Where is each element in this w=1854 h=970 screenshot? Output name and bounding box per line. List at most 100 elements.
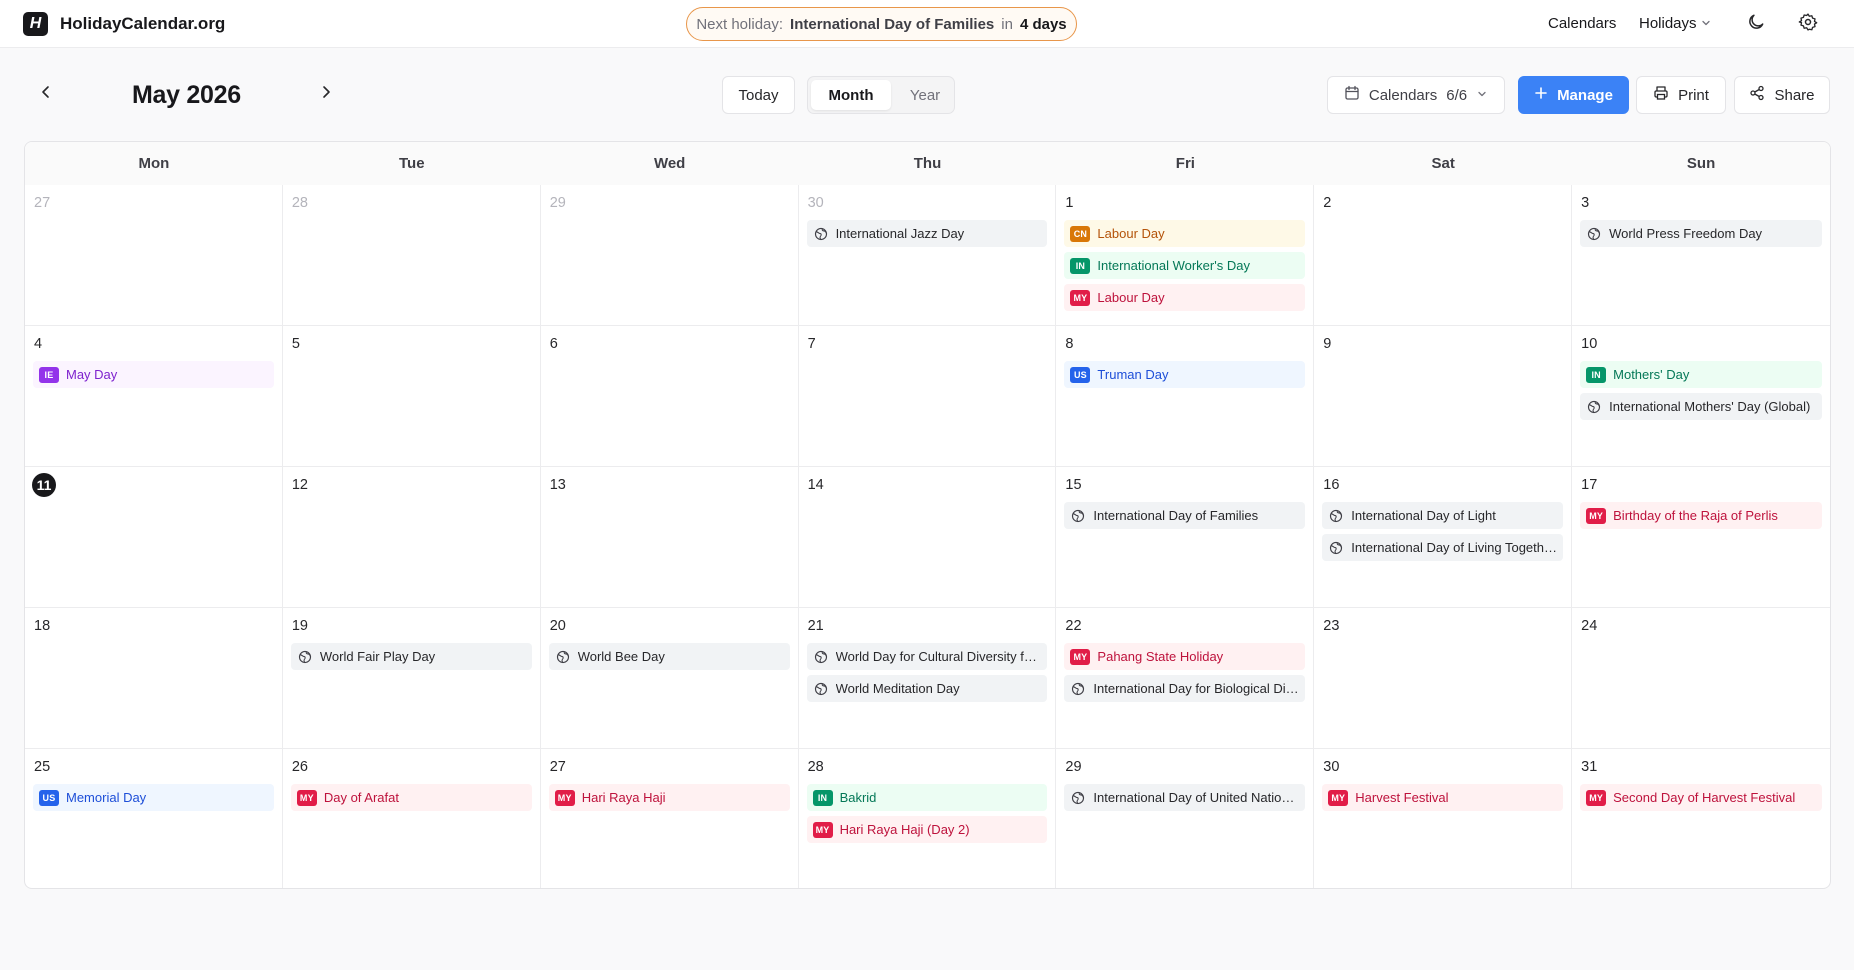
- holiday-event[interactable]: International Day of United Nations Peac…: [1064, 784, 1306, 811]
- day-cell[interactable]: 25 US Memorial Day: [25, 749, 283, 888]
- calendars-dropdown-label: Calendars: [1368, 86, 1438, 104]
- share-label: Share: [1774, 86, 1815, 104]
- day-cell[interactable]: 3 World Press Freedom Day: [1572, 185, 1830, 326]
- holiday-name: May Day: [66, 367, 118, 382]
- holiday-event[interactable]: MY Hari Raya Haji: [548, 784, 790, 811]
- day-number: 14: [807, 477, 824, 493]
- nav-holidays-menu[interactable]: Holidays: [1639, 15, 1711, 32]
- globe-icon: [297, 649, 313, 665]
- day-cell[interactable]: 30 International Jazz Day: [798, 185, 1057, 326]
- today-button[interactable]: Today: [722, 76, 795, 114]
- globe-icon: [1070, 790, 1086, 806]
- day-cell[interactable]: 15 International Day of Families: [1056, 467, 1315, 608]
- calendars-dropdown[interactable]: Calendars 6/6: [1327, 76, 1505, 114]
- chevron-left-icon: [39, 85, 53, 104]
- view-year-tab[interactable]: Year: [898, 80, 952, 110]
- holiday-event[interactable]: World Bee Day: [548, 643, 790, 670]
- holiday-event[interactable]: World Day for Cultural Diversity for Dia…: [806, 643, 1048, 670]
- day-cell[interactable]: 29: [540, 185, 799, 326]
- holiday-name: World Meditation Day: [835, 681, 960, 696]
- view-month-tab[interactable]: Month: [811, 80, 891, 110]
- day-number: 5: [291, 336, 300, 352]
- holiday-event[interactable]: International Day for Biological Diversi…: [1064, 675, 1306, 702]
- day-cell[interactable]: 19 World Fair Play Day: [282, 608, 541, 749]
- day-cell[interactable]: 9: [1314, 326, 1573, 467]
- holiday-event[interactable]: World Meditation Day: [806, 675, 1048, 702]
- globe-icon: [1328, 508, 1344, 524]
- settings-button[interactable]: [1796, 12, 1820, 36]
- nav-calendars-link[interactable]: Calendars: [1548, 15, 1616, 32]
- day-number: 22: [1065, 618, 1082, 634]
- share-button[interactable]: Share: [1734, 76, 1830, 114]
- holiday-name: Day of Arafat: [323, 790, 399, 805]
- day-cell[interactable]: 13: [540, 467, 799, 608]
- day-cell[interactable]: 26 MY Day of Arafat: [283, 749, 541, 888]
- day-cell[interactable]: 12: [282, 467, 541, 608]
- dark-mode-toggle[interactable]: [1744, 12, 1768, 36]
- holiday-event[interactable]: IN Bakrid: [806, 784, 1048, 811]
- previous-month-button[interactable]: [36, 84, 56, 104]
- country-badge: MY: [812, 821, 833, 838]
- day-cell[interactable]: 23: [1314, 608, 1573, 749]
- holiday-event[interactable]: IN Mothers' Day: [1580, 361, 1822, 388]
- day-cell[interactable]: 28 IN Bakrid MY Hari Raya Haji (Day 2): [799, 749, 1057, 888]
- holiday-event[interactable]: IN International Worker's Day: [1064, 252, 1306, 279]
- day-number: 10: [1581, 336, 1598, 352]
- holiday-event[interactable]: International Jazz Day: [806, 220, 1048, 247]
- manage-button[interactable]: Manage: [1518, 76, 1629, 114]
- print-button[interactable]: Print: [1636, 76, 1726, 114]
- day-cell[interactable]: 5: [282, 326, 541, 467]
- day-cell[interactable]: 30 MY Harvest Festival: [1314, 749, 1573, 888]
- holiday-event[interactable]: MY Hari Raya Haji (Day 2): [806, 816, 1048, 843]
- holiday-event[interactable]: US Truman Day: [1064, 361, 1306, 388]
- next-month-button[interactable]: [316, 84, 336, 104]
- day-cell[interactable]: 27 MY Hari Raya Haji: [541, 749, 799, 888]
- day-cell[interactable]: 6: [540, 326, 799, 467]
- day-cell[interactable]: 4 IE May Day: [25, 326, 283, 467]
- holiday-event[interactable]: International Day of Living Together in …: [1322, 534, 1564, 561]
- holiday-event[interactable]: MY Second Day of Harvest Festival: [1580, 784, 1822, 811]
- next-holiday-name: International Day of Families: [790, 15, 995, 33]
- day-cell[interactable]: 11: [25, 467, 283, 608]
- day-cell[interactable]: 24: [1572, 608, 1830, 749]
- day-cell[interactable]: 18: [25, 608, 283, 749]
- holiday-event[interactable]: MY Harvest Festival: [1322, 784, 1564, 811]
- holiday-event[interactable]: International Day of Families: [1064, 502, 1306, 529]
- day-cell[interactable]: 7: [798, 326, 1057, 467]
- day-cell[interactable]: 21 World Day for Cultural Diversity for D…: [798, 608, 1057, 749]
- day-cell[interactable]: 22 MY Pahang State Holiday International Da…: [1056, 608, 1315, 749]
- day-cell[interactable]: 20 World Bee Day: [540, 608, 799, 749]
- holiday-event[interactable]: MY Birthday of the Raja of Perlis: [1580, 502, 1822, 529]
- day-cell[interactable]: 27: [25, 185, 283, 326]
- country-badge: MY: [554, 789, 575, 806]
- day-cell[interactable]: 17 MY Birthday of the Raja of Perlis: [1572, 467, 1830, 608]
- holiday-name: International Day of Living Together in …: [1351, 540, 1563, 555]
- gear-icon: [1798, 12, 1818, 37]
- holiday-event[interactable]: World Press Freedom Day: [1580, 220, 1822, 247]
- holiday-name: International Day for Biological Diversi…: [1093, 681, 1306, 696]
- day-cell[interactable]: 29 International Day of United Nations Pe…: [1056, 749, 1315, 888]
- logo-icon[interactable]: H: [23, 12, 48, 36]
- holiday-event[interactable]: International Day of Light: [1322, 502, 1564, 529]
- day-cell[interactable]: 14: [798, 467, 1057, 608]
- next-holiday-countdown: 4 days: [1019, 15, 1067, 33]
- holiday-event[interactable]: CN Labour Day: [1064, 220, 1306, 247]
- brand-name[interactable]: HolidayCalendar.org: [60, 14, 225, 34]
- day-cell[interactable]: 16 International Day of Light Internationa…: [1314, 467, 1573, 608]
- day-number: 25: [34, 759, 51, 775]
- day-cell[interactable]: 2: [1314, 185, 1573, 326]
- day-cell[interactable]: 28: [282, 185, 541, 326]
- day-cell[interactable]: 10 IN Mothers' Day International Mothers' D…: [1572, 326, 1830, 467]
- day-cell[interactable]: 8 US Truman Day: [1056, 326, 1315, 467]
- holiday-event[interactable]: International Mothers' Day (Global): [1580, 393, 1822, 420]
- day-cell[interactable]: 1 CN Labour Day IN International Worker's Da…: [1056, 185, 1315, 326]
- next-holiday-pill[interactable]: Next holiday: International Day of Famil…: [686, 7, 1077, 41]
- holiday-event[interactable]: IE May Day: [33, 361, 274, 388]
- holiday-event[interactable]: MY Labour Day: [1064, 284, 1306, 311]
- holiday-event[interactable]: World Fair Play Day: [290, 643, 532, 670]
- day-number: 31: [1581, 759, 1598, 775]
- holiday-event[interactable]: MY Pahang State Holiday: [1064, 643, 1306, 670]
- holiday-event[interactable]: US Memorial Day: [33, 784, 274, 811]
- holiday-event[interactable]: MY Day of Arafat: [290, 784, 532, 811]
- day-cell[interactable]: 31 MY Second Day of Harvest Festival: [1572, 749, 1830, 888]
